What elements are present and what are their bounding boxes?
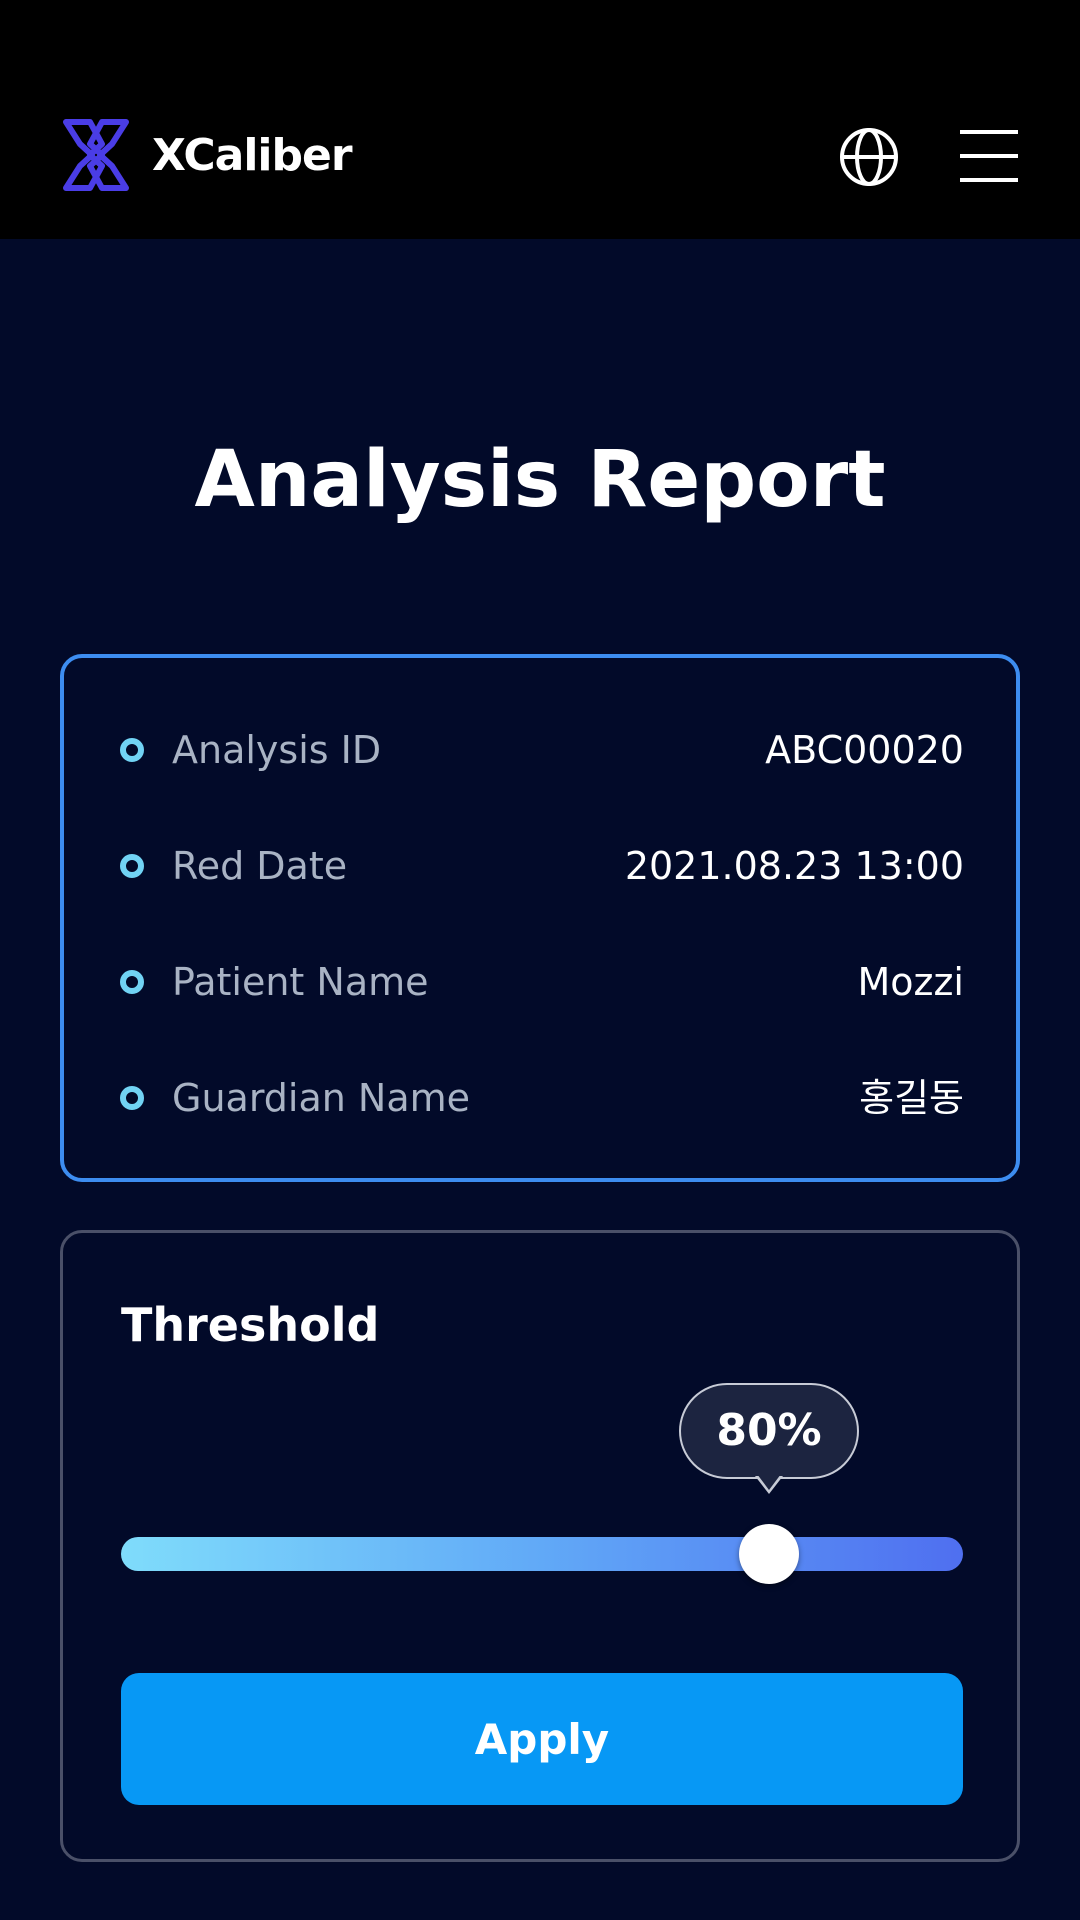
- bullet-icon: [120, 970, 144, 994]
- bubble-pointer-fill: [757, 1474, 781, 1490]
- hamburger-menu-icon[interactable]: [958, 128, 1020, 184]
- info-value: Mozzi: [857, 960, 965, 1004]
- bullet-icon: [120, 1086, 144, 1110]
- threshold-card: Threshold 80% Apply: [60, 1230, 1020, 1862]
- page-title: Analysis Report: [194, 435, 886, 525]
- info-value: 홍길동: [859, 1076, 964, 1120]
- info-row-red-date: Red Date 2021.08.23 13:00: [120, 836, 964, 896]
- info-label: Red Date: [172, 844, 348, 888]
- info-value: 2021.08.23 13:00: [624, 844, 964, 888]
- xcaliber-logo-icon[interactable]: [60, 118, 132, 192]
- slider-thumb[interactable]: [739, 1524, 799, 1584]
- info-label: Guardian Name: [172, 1076, 471, 1120]
- apply-button[interactable]: Apply: [121, 1673, 963, 1805]
- info-value: ABC00020: [765, 728, 964, 772]
- info-row-patient-name: Patient Name Mozzi: [120, 952, 964, 1012]
- bullet-icon: [120, 738, 144, 762]
- info-row-guardian-name: Guardian Name 홍길동: [120, 1068, 964, 1128]
- brand-name: XCaliber: [152, 130, 353, 181]
- info-row-analysis-id: Analysis ID ABC00020: [120, 720, 964, 780]
- threshold-title: Threshold: [121, 1298, 380, 1352]
- slider-track[interactable]: [121, 1537, 963, 1571]
- info-label: Patient Name: [172, 960, 429, 1004]
- analysis-info-card: Analysis ID ABC00020 Red Date 2021.08.23…: [60, 654, 1020, 1182]
- bullet-icon: [120, 854, 144, 878]
- slider-value-bubble: 80%: [679, 1383, 859, 1479]
- threshold-slider[interactable]: 80%: [121, 1383, 963, 1584]
- info-label: Analysis ID: [172, 728, 382, 772]
- app-header: XCaliber: [0, 0, 1080, 239]
- globe-icon[interactable]: [838, 126, 900, 188]
